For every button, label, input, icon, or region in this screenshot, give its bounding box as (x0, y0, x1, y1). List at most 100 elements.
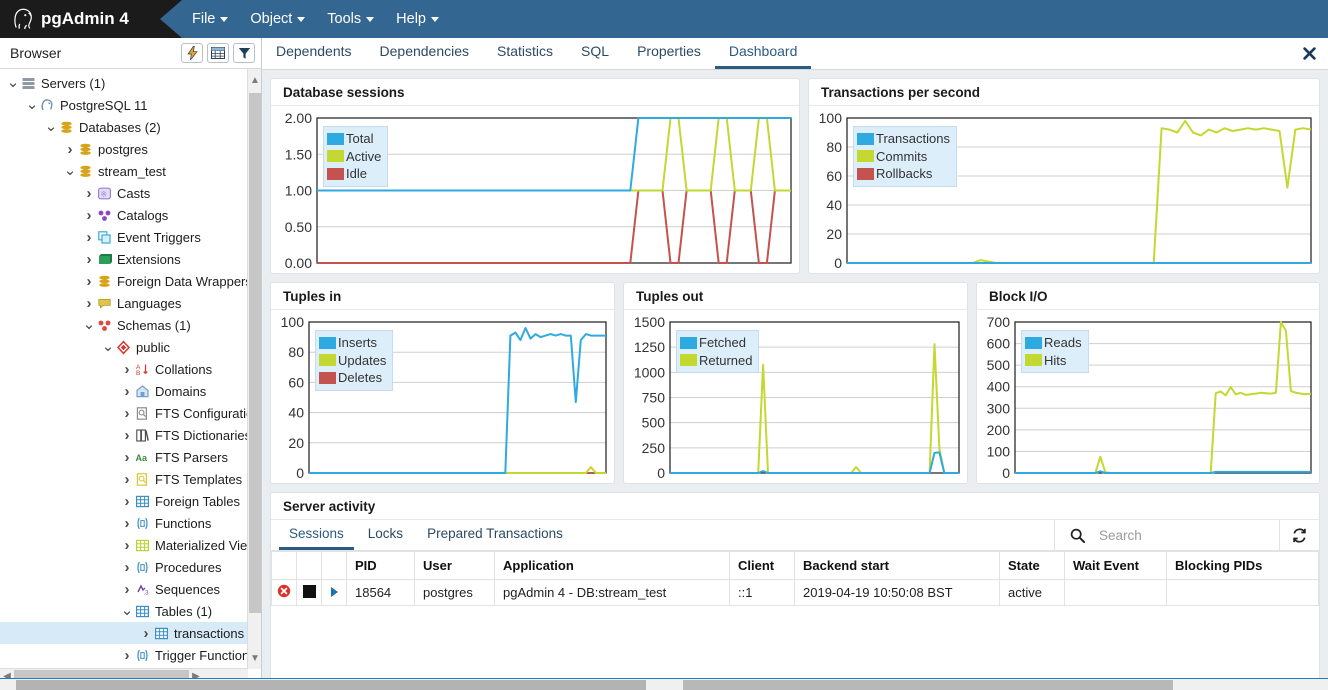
tree-node-domains[interactable]: › Domains (0, 380, 248, 402)
page-scroll-thumb-left[interactable] (16, 680, 646, 690)
scroll-up-icon[interactable]: ▲ (248, 69, 262, 91)
tree-node-fts-configurations[interactable]: › FTS Configurations (0, 402, 249, 424)
chevron-right-icon[interactable]: › (82, 208, 96, 223)
chevron-down-icon[interactable]: ⌄ (6, 75, 20, 90)
tab-statistics[interactable]: Statistics (483, 38, 567, 69)
chevron-right-icon[interactable]: › (82, 274, 96, 289)
chevron-right-icon[interactable]: › (120, 472, 134, 487)
menu-tools[interactable]: Tools (318, 6, 383, 32)
chevron-right-icon[interactable]: › (120, 494, 134, 509)
table-grid-icon[interactable] (207, 43, 229, 63)
tree-node-casts[interactable]: › ※ Casts (0, 182, 248, 204)
tree-node-databases-2[interactable]: ⌄ Databases (2) (0, 116, 248, 138)
close-icon[interactable] (1300, 44, 1318, 62)
chevron-down-icon[interactable]: ⌄ (82, 317, 96, 332)
tree-vertical-scrollbar[interactable]: ▲ ▼ (247, 69, 261, 669)
chevron-right-icon[interactable]: › (120, 648, 134, 663)
col-header-blank-2[interactable] (321, 551, 347, 580)
tree-node-collations[interactable]: › A B Collations (0, 358, 248, 380)
col-header-application[interactable]: Application (494, 551, 730, 580)
col-header-user[interactable]: User (414, 551, 495, 580)
chevron-down-icon[interactable]: ⌄ (25, 97, 39, 112)
tree-node-functions[interactable]: › Functions (0, 512, 248, 534)
tree-node-procedures[interactable]: › Procedures (0, 556, 248, 578)
tab-dependencies[interactable]: Dependencies (366, 38, 484, 69)
chevron-right-icon[interactable]: › (120, 406, 134, 421)
tree-vscroll-thumb[interactable] (249, 93, 261, 613)
sa-tab-sessions[interactable]: Sessions (279, 522, 354, 550)
tree-node-languages[interactable]: › Languages (0, 292, 248, 314)
chevron-right-icon[interactable]: › (120, 516, 134, 531)
stop-icon[interactable] (296, 579, 322, 606)
tab-dashboard[interactable]: Dashboard (714, 38, 812, 69)
col-header-blank-0[interactable] (271, 551, 297, 580)
tree-node-materialized-views[interactable]: › Materialized Views (0, 534, 249, 556)
menu-object[interactable]: Object (241, 6, 314, 32)
server-activity-tabs[interactable]: Sessions Locks Prepared Transactions (271, 520, 1319, 551)
tree-node-fts-dictionaries[interactable]: › FTS Dictionaries (0, 424, 249, 446)
chevron-right-icon[interactable]: › (82, 186, 96, 201)
chevron-down-icon[interactable]: ⌄ (101, 339, 115, 354)
lightning-bolt-icon[interactable] (181, 43, 203, 63)
search-input[interactable] (1099, 521, 1279, 549)
scroll-down-icon[interactable]: ▼ (248, 647, 262, 669)
object-tree[interactable]: ⌄ Servers (1) ⌄ PostgreSQL 11 ⌄ Databases … (0, 69, 248, 669)
col-header-state[interactable]: State (999, 551, 1065, 580)
tree-node-trigger-functions[interactable]: › Trigger Functions (0, 644, 249, 666)
tree-node-extensions[interactable]: › Extensions (0, 248, 248, 270)
chevron-right-icon[interactable]: › (120, 450, 134, 465)
page-horizontal-scrollbar[interactable] (0, 678, 1328, 690)
col-header-wait-event[interactable]: Wait Event (1064, 551, 1167, 580)
sa-tab-prepared-transactions[interactable]: Prepared Transactions (417, 522, 573, 550)
col-header-blank-1[interactable] (296, 551, 322, 580)
refresh-icon[interactable] (1279, 520, 1319, 550)
chevron-down-icon[interactable]: ⌄ (63, 163, 77, 178)
chevron-down-icon[interactable]: ⌄ (44, 119, 58, 134)
tree-node-catalogs[interactable]: › Catalogs (0, 204, 248, 226)
expand-triangle-icon[interactable] (321, 579, 347, 606)
sa-tab-locks[interactable]: Locks (358, 522, 413, 550)
tree-node-fts-parsers[interactable]: › Aa FTS Parsers (0, 446, 248, 468)
chevron-right-icon[interactable]: › (120, 582, 134, 597)
chevron-right-icon[interactable]: › (139, 626, 153, 641)
tab-sql[interactable]: SQL (567, 38, 623, 69)
chevron-right-icon[interactable]: › (120, 560, 134, 575)
tree-node-foreign-data-wrappers[interactable]: › Foreign Data Wrappers (0, 270, 249, 292)
tree-node-stream-test[interactable]: ⌄ stream_test (0, 160, 248, 182)
chevron-right-icon[interactable]: › (82, 230, 96, 245)
chevron-right-icon[interactable]: › (63, 142, 77, 157)
tree-node-sequences[interactable]: › .3 Sequences (0, 578, 248, 600)
chevron-right-icon[interactable]: › (120, 384, 134, 399)
tree-node-public[interactable]: ⌄ public (0, 336, 248, 358)
chevron-right-icon[interactable]: › (82, 252, 96, 267)
col-header-backend-start[interactable]: Backend start (794, 551, 1000, 580)
col-header-blocking-pids[interactable]: Blocking PIDs (1166, 551, 1319, 580)
tree-node-tables-1[interactable]: ⌄ Tables (1) (0, 600, 248, 622)
terminate-icon[interactable] (271, 579, 297, 606)
menu-file[interactable]: File (183, 6, 237, 32)
tree-node-transactions[interactable]: › transactions (0, 622, 248, 644)
page-scroll-thumb-right[interactable] (683, 680, 1173, 690)
tab-dependents[interactable]: Dependents (262, 38, 366, 69)
table-row[interactable]: 18564 postgres pgAdmin 4 - DB:stream_test:… (271, 579, 1319, 606)
col-header-client[interactable]: Client (729, 551, 795, 580)
tree-node-postgresql-11[interactable]: ⌄ PostgreSQL 11 (0, 94, 248, 116)
funnel-icon[interactable] (233, 43, 255, 63)
menu-help[interactable]: Help (387, 6, 448, 32)
tree-node-event-triggers[interactable]: › Event Triggers (0, 226, 248, 248)
search-box[interactable] (1054, 520, 1319, 550)
tree-node-fts-templates[interactable]: › FTS Templates (0, 468, 248, 490)
chevron-right-icon[interactable]: › (120, 538, 134, 553)
svg-text:750: 750 (642, 390, 666, 406)
col-header-pid[interactable]: PID (346, 551, 415, 580)
tree-node-schemas-1[interactable]: ⌄ Schemas (1) (0, 314, 248, 336)
tab-properties[interactable]: Properties (623, 38, 715, 69)
tree-node-postgres[interactable]: › postgres (0, 138, 248, 160)
object-tabstrip[interactable]: Dependents Dependencies Statistics SQL Prope… (262, 38, 1328, 70)
chevron-down-icon[interactable]: ⌄ (120, 603, 134, 618)
tree-node-servers-1[interactable]: ⌄ Servers (1) (0, 72, 248, 94)
chevron-right-icon[interactable]: › (120, 428, 134, 443)
tree-node-foreign-tables[interactable]: › Foreign Tables (0, 490, 248, 512)
chevron-right-icon[interactable]: › (82, 296, 96, 311)
chevron-right-icon[interactable]: › (120, 362, 134, 377)
